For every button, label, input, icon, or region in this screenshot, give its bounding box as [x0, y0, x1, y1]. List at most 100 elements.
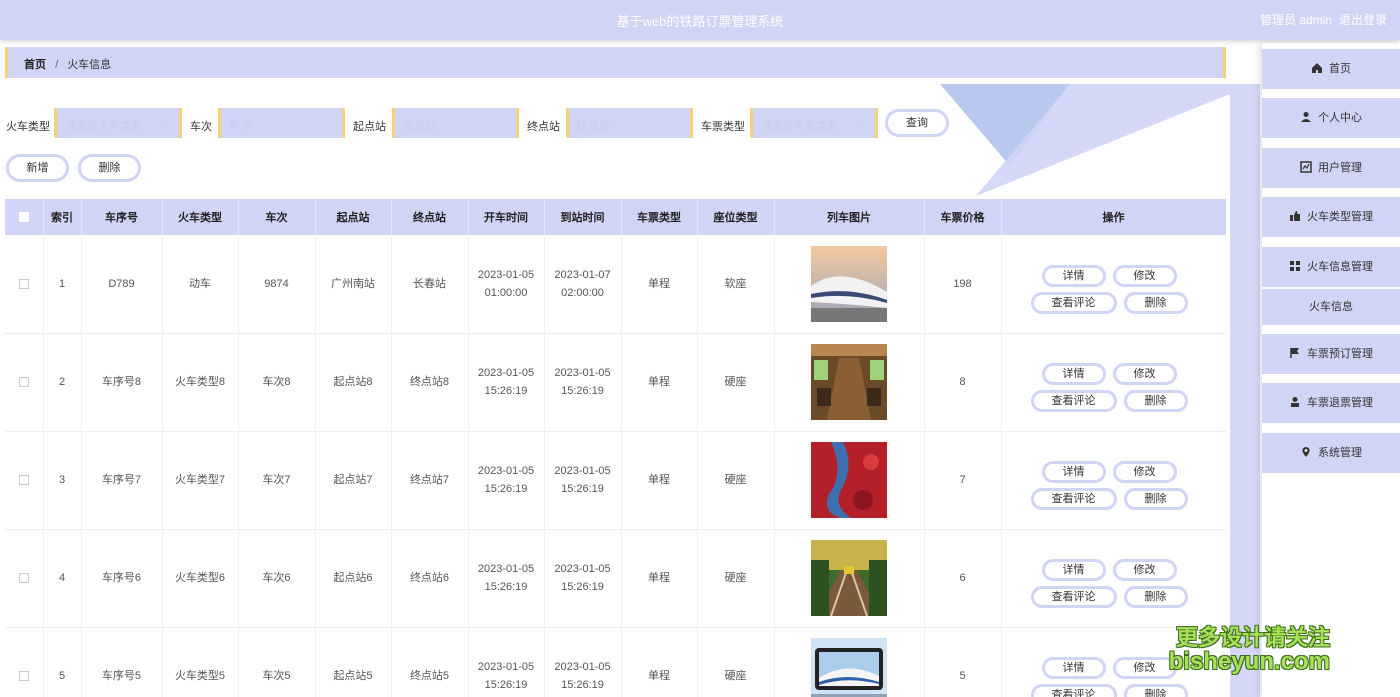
seat-type-cell: 硬座: [697, 529, 775, 628]
operations-cell: 详情 修改 查看评论 删除: [1001, 235, 1226, 334]
edit-button[interactable]: 修改: [1112, 559, 1177, 581]
row-checkbox[interactable]: [18, 475, 29, 486]
end-station-input[interactable]: 终点站: [566, 108, 693, 138]
end-station-placeholder: 终点站: [577, 120, 610, 132]
start-station-input[interactable]: 起点站: [392, 108, 519, 138]
price-cell: 198: [924, 235, 1002, 334]
row-delete-button[interactable]: 删除: [1123, 291, 1188, 314]
price-cell: 8: [924, 333, 1002, 432]
row-checkbox[interactable]: [18, 573, 29, 584]
detail-button[interactable]: 详情: [1041, 461, 1106, 483]
depart-date: 2023-01-05: [477, 367, 535, 379]
arrive-date: 2023-01-05: [554, 563, 611, 575]
home-icon: [1312, 63, 1322, 73]
select-all-header[interactable]: [5, 199, 44, 235]
detail-button[interactable]: 详情: [1041, 657, 1106, 679]
row-actions: 详情 修改 查看评论 删除: [1002, 352, 1226, 412]
operations-cell: 详情 修改 查看评论 删除: [1001, 333, 1226, 432]
sidebar-subitem-train-info[interactable]: 火车信息: [1262, 289, 1400, 325]
sidebar-item-label: 系统管理: [1318, 447, 1362, 459]
sidebar-item-3[interactable]: 火车类型管理: [1262, 197, 1400, 237]
ticket-type-select[interactable]: 请选择车票类型 ⌄: [750, 108, 878, 138]
query-button[interactable]: 查询: [885, 109, 949, 137]
image-cell: [774, 235, 925, 334]
sidebar-item-label: 火车类型管理: [1307, 211, 1373, 223]
train-table: 索引 车序号 火车类型 车次 起点站 终点站 开车时间 到站时间 车票类型 座位…: [5, 199, 1226, 697]
row-checkbox[interactable]: [18, 278, 29, 289]
row-checkbox[interactable]: [18, 671, 29, 682]
row-delete-button[interactable]: 删除: [1123, 488, 1188, 510]
view-comments-button[interactable]: 查看评论: [1030, 684, 1117, 697]
batch-delete-button[interactable]: 删除: [78, 154, 141, 182]
seq-cell: 车序号5: [81, 627, 163, 697]
sidebar-item-8[interactable]: 系统管理: [1262, 433, 1400, 473]
detail-button[interactable]: 详情: [1041, 559, 1106, 581]
breadcrumb-home[interactable]: 首页: [24, 59, 46, 71]
edit-button[interactable]: 修改: [1112, 264, 1177, 287]
table-header: 索引 车序号 火车类型 车次 起点站 终点站 开车时间 到站时间 车票类型 座位…: [5, 199, 1226, 235]
row-actions: 详情 修改 查看评论 删除: [1002, 548, 1226, 608]
index-cell: 5: [43, 627, 82, 697]
row-delete-button[interactable]: 删除: [1123, 586, 1188, 608]
start-station-cell: 起点站8: [315, 333, 392, 432]
row-select-cell[interactable]: [5, 627, 44, 697]
flag-icon: [1290, 348, 1299, 358]
view-comments-button[interactable]: 查看评论: [1030, 586, 1117, 608]
logout-link[interactable]: 退出登录: [1339, 11, 1387, 28]
view-comments-button[interactable]: 查看评论: [1030, 291, 1117, 314]
end-station-cell: 终点站6: [391, 529, 469, 628]
train-no-cell: 9874: [238, 235, 316, 334]
detail-button[interactable]: 详情: [1041, 363, 1106, 385]
train-no-input[interactable]: 车次: [218, 108, 345, 138]
arrive-date: 2023-01-05: [554, 465, 611, 477]
row-select-cell[interactable]: [5, 235, 44, 334]
watermark-line2: bisheyun.com: [1168, 648, 1330, 675]
arrive-time: 15:26:19: [561, 483, 604, 495]
row-actions: 详情 修改 查看评论 删除: [1002, 450, 1226, 510]
row-delete-button[interactable]: 删除: [1123, 684, 1188, 697]
column-header: 列车图片: [774, 199, 925, 235]
edit-button[interactable]: 修改: [1112, 461, 1177, 483]
seat-type-cell: 软座: [697, 235, 775, 334]
detail-button[interactable]: 详情: [1041, 264, 1106, 287]
sidebar-item-2[interactable]: 用户管理: [1262, 148, 1400, 188]
table-row: 5 车序号5 火车类型5 车次5 起点站5 终点站5 2023-01-05 15:…: [5, 627, 1226, 697]
view-comments-button[interactable]: 查看评论: [1030, 390, 1117, 412]
sidebar-item-7[interactable]: 车票退票管理: [1262, 383, 1400, 423]
depart-time: 15:26:19: [484, 385, 528, 397]
table-row: 2 车序号8 火车类型8 车次8 起点站8 终点站8 2023-01-05 15:…: [5, 333, 1226, 432]
row-select-cell[interactable]: [5, 529, 44, 628]
sidebar-item-4[interactable]: 火车信息管理: [1262, 247, 1400, 287]
train-type-cell: 火车类型6: [162, 529, 239, 628]
start-station-label: 起点站: [353, 121, 386, 133]
row-delete-button[interactable]: 删除: [1123, 390, 1188, 412]
ticket-type-cell: 单程: [621, 529, 698, 628]
depart-date: 2023-01-05: [477, 465, 535, 477]
column-header: 索引: [43, 199, 82, 235]
edit-button[interactable]: 修改: [1112, 363, 1177, 385]
breadcrumb-separator: /: [55, 59, 59, 71]
sidebar-item-6[interactable]: 车票预订管理: [1262, 334, 1400, 374]
view-comments-button[interactable]: 查看评论: [1030, 488, 1117, 510]
edit-button[interactable]: 修改: [1112, 657, 1177, 679]
depart-date: 2023-01-05: [477, 268, 535, 281]
sidebar-item-label: 首页: [1329, 63, 1351, 75]
row-select-cell[interactable]: [5, 431, 44, 530]
add-button[interactable]: 新增: [6, 154, 69, 182]
column-header: 操作: [1001, 199, 1226, 235]
row-select-cell[interactable]: [5, 333, 44, 432]
train-type-select[interactable]: 请选择火车类型 ⌄: [54, 108, 182, 138]
start-station-cell: 广州南站: [315, 235, 392, 334]
train-type-placeholder: 请选择火车类型: [65, 120, 142, 132]
column-header: 车票类型: [621, 199, 698, 235]
ticket-type-placeholder: 请选择车票类型: [761, 120, 838, 132]
operations-cell: 详情 修改 查看评论 删除: [1001, 431, 1226, 530]
start-station-cell: 起点站5: [315, 627, 392, 697]
select-all-checkbox[interactable]: [18, 212, 29, 223]
sidebar-item-0[interactable]: 首页: [1262, 49, 1400, 89]
sidebar-item-label: 车票预订管理: [1307, 348, 1373, 360]
row-checkbox[interactable]: [18, 377, 29, 388]
sidebar-item-1[interactable]: 个人中心: [1262, 98, 1400, 138]
arrive-time-cell: 2023-01-05 15:26:19: [544, 333, 622, 432]
row-actions: 详情 修改 查看评论 删除: [1002, 254, 1226, 314]
